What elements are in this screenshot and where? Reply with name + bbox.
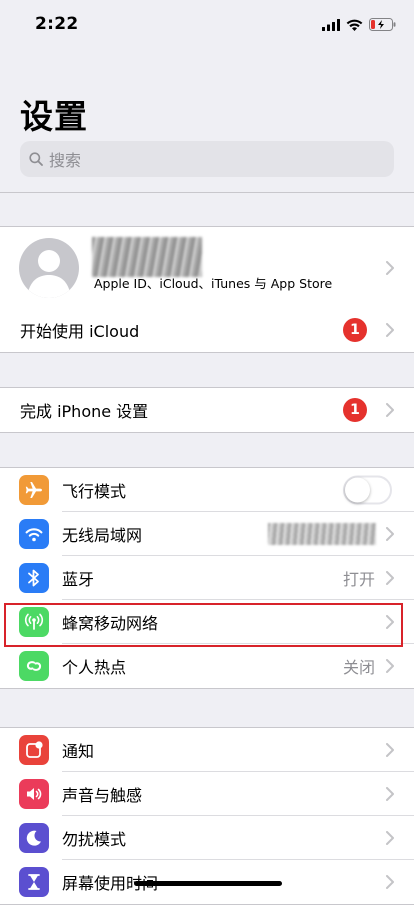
chevron-right-icon [386,743,394,757]
chevron-right-icon [386,260,394,275]
chevron-right-icon [386,323,394,337]
chevron-right-icon [386,571,394,585]
airplane-mode-toggle[interactable] [343,475,392,505]
finish-setup-row[interactable]: 完成 iPhone 设置 1 [0,388,414,432]
battery-icon [369,16,396,35]
chevron-right-icon [386,527,394,541]
setup-group: 完成 iPhone 设置 1 [0,387,414,433]
connectivity-group: 飞行模式 无线局域网 蓝牙 打开 蜂窝移动网络 个人热点 关闭 [0,467,414,689]
bluetooth-label: 蓝牙 [62,570,95,589]
chevron-right-icon [386,615,394,629]
wifi-icon [19,519,49,549]
hotspot-value: 关闭 [342,658,375,677]
home-indicator[interactable] [134,881,282,886]
chevron-right-icon [386,787,394,801]
hotspot-link-icon [19,651,49,681]
notifications-label: 通知 [62,742,95,761]
airplane-mode-label: 飞行模式 [62,482,127,501]
status-icons [322,16,396,35]
search-placeholder: 搜索 [49,151,82,170]
dnd-row[interactable]: 勿扰模式 [0,816,414,860]
search-input[interactable]: 搜索 [20,141,394,177]
profile-name-redacted [92,237,202,277]
chevron-right-icon [386,659,394,673]
icloud-label: 开始使用 iCloud [20,322,140,341]
cellular-label: 蜂窝移动网络 [62,614,159,633]
profile-subtitle: Apple ID、iCloud、iTunes 与 App Store [94,276,333,291]
airplane-icon [19,475,49,505]
avatar [19,237,79,298]
hourglass-icon [19,867,49,897]
notifications-group: 通知 声音与触感 勿扰模式 屏幕使用时间 [0,727,414,905]
sounds-label: 声音与触感 [62,786,143,805]
sounds-row[interactable]: 声音与触感 [0,772,414,816]
notification-badge-icon [19,735,49,765]
bluetooth-row[interactable]: 蓝牙 打开 [0,556,414,600]
cellular-antenna-icon [19,607,49,637]
dnd-label: 勿扰模式 [62,830,127,849]
setup-badge: 1 [343,398,367,422]
wifi-status-icon [346,16,363,35]
chevron-right-icon [386,831,394,845]
hotspot-row[interactable]: 个人热点 关闭 [0,644,414,688]
icloud-row[interactable]: 开始使用 iCloud 1 [0,308,414,352]
wifi-label: 无线局域网 [62,526,143,545]
speaker-icon [19,779,49,809]
apple-id-row[interactable]: Apple ID、iCloud、iTunes 与 App Store [0,227,414,308]
toggle-knob [345,477,370,503]
header-divider [0,192,414,193]
signal-icon [322,16,340,35]
status-time: 2:22 [35,14,79,34]
moon-icon [19,823,49,853]
icloud-badge: 1 [343,318,367,342]
wifi-row[interactable]: 无线局域网 [0,512,414,556]
status-bar: 2:22 [0,0,414,48]
cellular-row[interactable]: 蜂窝移动网络 [0,600,414,644]
search-icon [29,152,43,166]
page-title: 设置 [20,97,88,136]
account-group: Apple ID、iCloud、iTunes 与 App Store 开始使用 … [0,226,414,353]
chevron-right-icon [386,403,394,417]
bluetooth-icon [19,563,49,593]
airplane-mode-row: 飞行模式 [0,468,414,512]
notifications-row[interactable]: 通知 [0,728,414,772]
bluetooth-value: 打开 [342,570,375,589]
hotspot-label: 个人热点 [62,658,127,677]
chevron-right-icon [386,875,394,889]
wifi-network-redacted [268,523,376,545]
finish-setup-label: 完成 iPhone 设置 [20,402,149,421]
